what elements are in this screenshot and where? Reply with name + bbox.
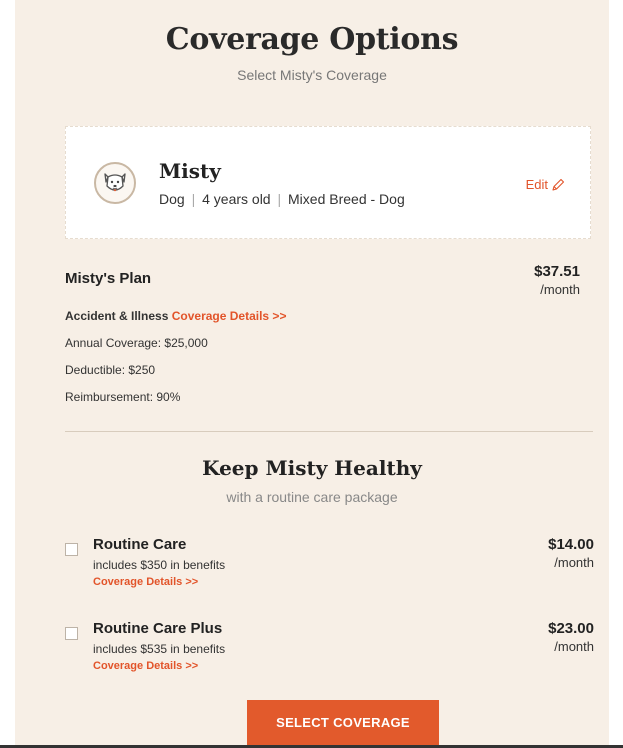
routine-package: Routine Care includes $350 in benefits C… — [65, 536, 594, 596]
package-name: Routine Care — [93, 536, 187, 553]
pet-separator: | — [277, 191, 282, 207]
pet-name: Misty — [159, 159, 221, 183]
package-coverage-details-link[interactable]: Coverage Details >> — [93, 576, 198, 588]
routine-plus-package: Routine Care Plus includes $535 in benef… — [65, 620, 594, 680]
plan-type-row: Accident & Illness Coverage Details >> — [65, 309, 286, 323]
routine-care-plus-checkbox[interactable] — [65, 627, 78, 640]
routine-section-title: Keep Misty Healthy — [202, 456, 422, 480]
page-subtitle: Select Misty's Coverage — [237, 67, 387, 83]
package-coverage-details-link[interactable]: Coverage Details >> — [93, 660, 198, 672]
routine-care-checkbox[interactable] — [65, 543, 78, 556]
package-name: Routine Care Plus — [93, 620, 223, 637]
package-price-period: /month — [554, 639, 594, 654]
coverage-panel: Coverage Options Select Misty's Coverage… — [15, 0, 609, 748]
plan-coverage-details-link[interactable]: Coverage Details >> — [172, 309, 287, 323]
plan-type: Accident & Illness — [65, 309, 169, 323]
plan-price-period: /month — [540, 282, 580, 297]
pet-description: Dog | 4 years old | Mixed Breed - Dog — [159, 191, 405, 207]
edit-label: Edit — [525, 177, 548, 192]
plan-deductible: Deductible: $250 — [65, 363, 156, 377]
plan-price-amount: $37.51 — [534, 263, 580, 280]
select-coverage-button[interactable]: SELECT COVERAGE — [247, 700, 439, 745]
pet-card: Misty Dog | 4 years old | Mixed Breed - … — [65, 126, 591, 239]
package-price-period: /month — [554, 555, 594, 570]
pet-breed: Mixed Breed - Dog — [288, 191, 405, 207]
pencil-icon — [552, 178, 565, 191]
pet-avatar — [94, 162, 136, 204]
package-benefit: includes $535 in benefits — [93, 642, 226, 656]
dog-face-icon — [104, 173, 126, 192]
edit-pet-button[interactable]: Edit — [526, 177, 565, 192]
pet-separator: | — [191, 191, 196, 207]
plan-title: Misty's Plan — [65, 270, 152, 287]
pet-age: 4 years old — [202, 191, 271, 207]
pet-species: Dog — [159, 191, 185, 207]
plan-reimbursement: Reimbursement: 90% — [65, 390, 181, 404]
plan-annual-coverage: Annual Coverage: $25,000 — [65, 336, 208, 350]
package-price: $14.00 /month — [548, 536, 594, 570]
package-price-amount: $23.00 — [548, 620, 594, 637]
page-title: Coverage Options — [165, 22, 459, 57]
plan-price: $37.51 /month — [534, 263, 580, 297]
package-price: $23.00 /month — [548, 620, 594, 654]
package-benefit: includes $350 in benefits — [93, 558, 226, 572]
package-price-amount: $14.00 — [548, 536, 594, 553]
routine-section-subtitle: with a routine care package — [226, 489, 398, 505]
section-divider — [65, 431, 593, 432]
